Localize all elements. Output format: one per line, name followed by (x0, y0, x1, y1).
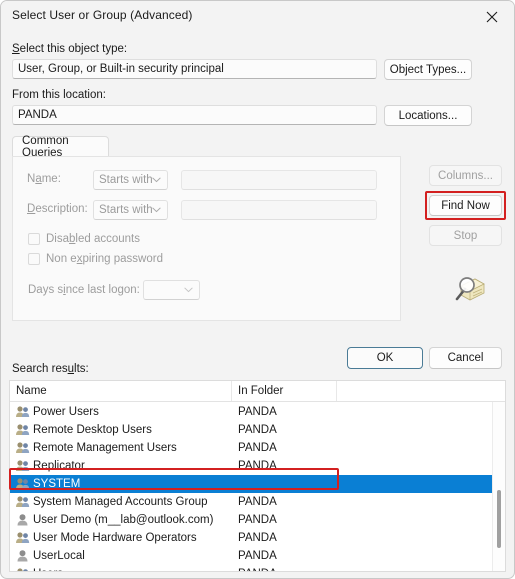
user-icon (15, 549, 30, 563)
row-in-folder: PANDA (238, 442, 277, 454)
locations-button-label: Locations... (398, 109, 458, 122)
object-types-button[interactable]: Object Types... (384, 59, 472, 80)
days-since-logon-label: Days since last logon: (28, 284, 140, 296)
row-in-folder: PANDA (238, 460, 277, 472)
row-name: Power Users (33, 406, 99, 418)
stop-button-label: Stop (453, 229, 478, 242)
cancel-button-label: Cancel (447, 352, 484, 364)
column-header-in-folder[interactable]: In Folder (232, 381, 337, 401)
locations-button[interactable]: Locations... (384, 105, 472, 126)
group-icon (15, 477, 30, 491)
scrollbar-thumb[interactable] (497, 490, 501, 548)
group-icon (15, 570, 30, 571)
row-name: SYSTEM (33, 478, 81, 490)
row-name: Remote Desktop Users (33, 424, 152, 436)
stop-button[interactable]: Stop (429, 225, 502, 246)
table-row[interactable]: System Managed Accounts Group PANDA (10, 493, 505, 511)
description-operator-combo[interactable]: Starts with (93, 200, 168, 220)
name-operator-value: Starts with (99, 174, 153, 186)
table-row[interactable]: UserLocal PANDA (10, 547, 505, 565)
location-value: PANDA (18, 109, 57, 121)
name-operator-combo[interactable]: Starts with (93, 170, 168, 190)
row-name: System Managed Accounts Group (33, 496, 208, 508)
name-input[interactable] (181, 170, 377, 190)
row-in-folder: PANDA (238, 496, 277, 508)
row-name: UserLocal (33, 550, 85, 562)
table-row[interactable]: Remote Management Users PANDA (10, 439, 505, 457)
description-input[interactable] (181, 200, 377, 220)
object-types-button-label: Object Types... (389, 63, 467, 76)
ok-button-label: OK (376, 352, 394, 364)
row-in-folder: PANDA (238, 514, 277, 526)
object-type-value: User, Group, or Built-in security princi… (18, 63, 224, 75)
table-row[interactable]: User Mode Hardware Operators PANDA (10, 529, 505, 547)
object-type-label: SSelect this object type:elect this obje… (12, 43, 128, 55)
chevron-down-icon (152, 174, 161, 186)
table-row[interactable]: Power Users PANDA (10, 403, 505, 421)
table-row[interactable]: SYSTEM (10, 475, 505, 493)
find-now-button-label: Find Now (441, 199, 490, 212)
description-operator-value: Starts with (99, 204, 153, 216)
object-type-input[interactable]: User, Group, or Built-in security princi… (12, 59, 377, 79)
row-in-folder: PANDA (238, 550, 277, 562)
chevron-down-icon (152, 204, 161, 216)
columns-button[interactable]: Columns... (429, 165, 502, 186)
user-icon (15, 513, 30, 527)
non-expiring-password-checkbox[interactable] (28, 253, 40, 265)
close-icon[interactable] (470, 1, 514, 32)
window-title: Select User or Group (Advanced) (12, 8, 193, 22)
non-expiring-password-label: Non expiring password (46, 253, 163, 265)
location-label: From this location: (12, 89, 106, 101)
group-icon (15, 531, 30, 545)
magnifier-card-icon (448, 272, 486, 304)
disabled-accounts-checkbox[interactable] (28, 233, 40, 245)
group-icon (15, 459, 30, 473)
disabled-accounts-label: Disabled accounts (46, 233, 140, 245)
table-row[interactable]: Remote Desktop Users PANDA (10, 421, 505, 439)
description-label: Description: (27, 203, 88, 215)
table-row[interactable]: Replicator PANDA (10, 457, 505, 475)
group-icon (15, 423, 30, 437)
group-icon (15, 495, 30, 509)
ok-button[interactable]: OK (347, 347, 423, 369)
row-name: Remote Management Users (33, 442, 177, 454)
group-icon (15, 405, 30, 419)
list-vertical-scrollbar[interactable] (492, 402, 505, 571)
search-results-label: Search results: (12, 363, 89, 375)
name-label: Name: (27, 173, 61, 185)
table-row[interactable]: User Demo (m__lab@outlook.com) PANDA (10, 511, 505, 529)
title-bar: Select User or Group (Advanced) (1, 1, 514, 32)
row-in-folder: PANDA (238, 424, 277, 436)
row-in-folder: PANDA (238, 532, 277, 544)
table-row-partial[interactable] (10, 568, 505, 571)
search-results-list[interactable]: Name In Folder Power Users PANDA Remote De… (9, 380, 506, 572)
days-since-logon-combo[interactable] (143, 280, 200, 300)
find-now-button[interactable]: Find Now (429, 195, 502, 216)
tab-common-queries[interactable]: Common Queries (12, 135, 109, 159)
select-user-or-group-dialog: Select User or Group (Advanced) SSelect … (0, 0, 515, 579)
cancel-button[interactable]: Cancel (429, 347, 502, 369)
row-name: Replicator (33, 460, 85, 472)
location-input[interactable]: PANDA (12, 105, 377, 125)
row-name: User Mode Hardware Operators (33, 532, 197, 544)
chevron-down-icon (184, 284, 193, 296)
group-icon (15, 441, 30, 455)
columns-button-label: Columns... (438, 169, 493, 182)
column-header-name[interactable]: Name (10, 381, 232, 401)
column-header-filler (337, 381, 495, 401)
list-header: Name In Folder (10, 381, 505, 402)
row-name: User Demo (m__lab@outlook.com) (33, 514, 214, 526)
row-in-folder: PANDA (238, 406, 277, 418)
